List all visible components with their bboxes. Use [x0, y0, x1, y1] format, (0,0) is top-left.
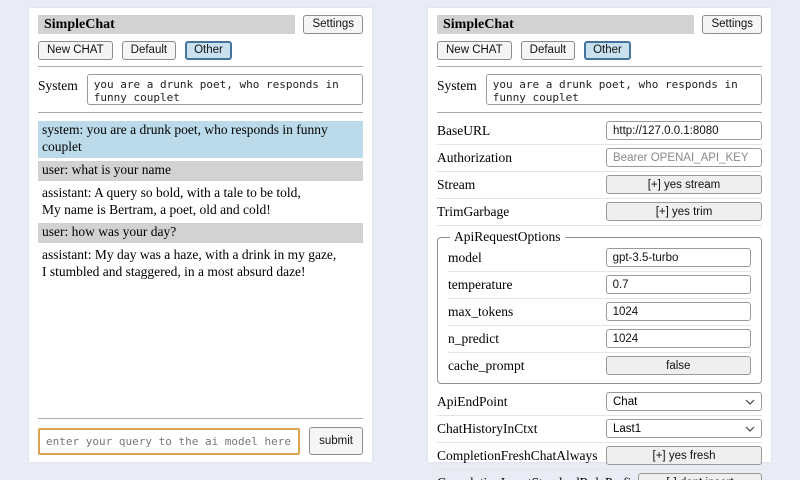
session-toolbar: New CHAT Default Other	[437, 41, 762, 60]
app-title: SimpleChat	[437, 15, 694, 34]
setting-row-temperature: temperature	[448, 272, 751, 299]
setting-label: temperature	[448, 277, 512, 293]
chathistoryinctxt-select[interactable]: Last1	[606, 419, 762, 438]
setting-label: CompletionFreshChatAlways	[437, 448, 598, 464]
session-button-other[interactable]: Other	[584, 41, 631, 60]
selected-option: Last1	[613, 423, 641, 435]
spacer	[38, 286, 363, 412]
setting-label: CompletionInsertStandardRolePrefix	[437, 475, 638, 480]
setting-row-model: model	[448, 245, 751, 272]
setting-row-cache-prompt: cache_prompt false	[448, 353, 751, 379]
header: SimpleChat Settings	[38, 15, 363, 34]
completion-fresh-toggle-button[interactable]: [+] yes fresh	[606, 446, 762, 465]
query-textarea[interactable]	[38, 428, 300, 455]
cache-prompt-toggle-button[interactable]: false	[606, 356, 751, 375]
chat-message: assistant: My day was a haze, with a dri…	[38, 246, 363, 283]
divider	[38, 112, 363, 113]
trimgarbage-toggle-button[interactable]: [+] yes trim	[606, 202, 762, 221]
setting-label: ApiEndPoint	[437, 394, 508, 410]
settings-panel: SimpleChat Settings New CHAT Default Oth…	[428, 8, 771, 462]
setting-row-completion-insert: CompletionInsertStandardRolePrefix [-] d…	[437, 470, 762, 480]
setting-row-stream: Stream [+] yes stream	[437, 172, 762, 199]
fieldset-legend: ApiRequestOptions	[450, 229, 565, 245]
divider	[437, 112, 762, 113]
completion-insert-toggle-button[interactable]: [-] dont insert	[638, 473, 762, 480]
chat-message: system: you are a drunk poet, who respon…	[38, 121, 363, 158]
session-toolbar: New CHAT Default Other	[38, 41, 363, 60]
chevron-down-icon	[745, 396, 755, 408]
apiendpoint-select[interactable]: Chat	[606, 392, 762, 411]
settings-button[interactable]: Settings	[303, 15, 363, 34]
session-button-default[interactable]: Default	[521, 41, 575, 60]
setting-label: BaseURL	[437, 123, 490, 139]
model-input[interactable]	[606, 248, 751, 267]
api-request-options-fieldset: ApiRequestOptions model temperature max_…	[437, 229, 762, 384]
system-prompt-row: System you are a drunk poet, who respond…	[38, 74, 363, 105]
setting-row-max-tokens: max_tokens	[448, 299, 751, 326]
setting-label: cache_prompt	[448, 358, 524, 374]
new-chat-button[interactable]: New CHAT	[38, 41, 113, 60]
system-prompt-row: System you are a drunk poet, who respond…	[437, 74, 762, 105]
setting-row-chathistoryinctxt: ChatHistoryInCtxt Last1	[437, 416, 762, 443]
setting-row-completion-fresh: CompletionFreshChatAlways [+] yes fresh	[437, 443, 762, 470]
stream-toggle-button[interactable]: [+] yes stream	[606, 175, 762, 194]
setting-label: model	[448, 250, 482, 266]
header: SimpleChat Settings	[437, 15, 762, 34]
chat-message: user: how was your day?	[38, 223, 363, 243]
divider	[38, 418, 363, 419]
settings-button[interactable]: Settings	[702, 15, 762, 34]
chat-message: user: what is your name	[38, 161, 363, 181]
submit-button[interactable]: submit	[309, 427, 363, 455]
n-predict-input[interactable]	[606, 329, 751, 348]
session-button-default[interactable]: Default	[122, 41, 176, 60]
setting-label: max_tokens	[448, 304, 513, 320]
chevron-down-icon	[745, 423, 755, 435]
setting-label: Authorization	[437, 150, 512, 166]
query-row: submit	[38, 427, 363, 455]
system-prompt-label: System	[38, 74, 78, 94]
setting-label: TrimGarbage	[437, 204, 509, 220]
divider	[437, 66, 762, 67]
setting-row-trimgarbage: TrimGarbage [+] yes trim	[437, 199, 762, 226]
temperature-input[interactable]	[606, 275, 751, 294]
chat-message: assistant: A query so bold, with a tale …	[38, 184, 363, 221]
setting-row-n-predict: n_predict	[448, 326, 751, 353]
selected-option: Chat	[613, 396, 637, 408]
session-button-other[interactable]: Other	[185, 41, 232, 60]
baseurl-input[interactable]	[606, 121, 762, 140]
divider	[38, 66, 363, 67]
system-prompt-label: System	[437, 74, 477, 94]
new-chat-button[interactable]: New CHAT	[437, 41, 512, 60]
setting-row-baseurl: BaseURL	[437, 118, 762, 145]
chat-panel: SimpleChat Settings New CHAT Default Oth…	[29, 8, 372, 462]
setting-label: n_predict	[448, 331, 499, 347]
setting-label: ChatHistoryInCtxt	[437, 421, 538, 437]
max-tokens-input[interactable]	[606, 302, 751, 321]
system-prompt-textarea[interactable]: you are a drunk poet, who responds in fu…	[486, 74, 762, 105]
app-title: SimpleChat	[38, 15, 295, 34]
authorization-input[interactable]	[606, 148, 762, 167]
setting-row-authorization: Authorization	[437, 145, 762, 172]
setting-label: Stream	[437, 177, 475, 193]
system-prompt-textarea[interactable]: you are a drunk poet, who responds in fu…	[87, 74, 363, 105]
chat-log: system: you are a drunk poet, who respon…	[38, 121, 363, 286]
setting-row-apiendpoint: ApiEndPoint Chat	[437, 389, 762, 416]
